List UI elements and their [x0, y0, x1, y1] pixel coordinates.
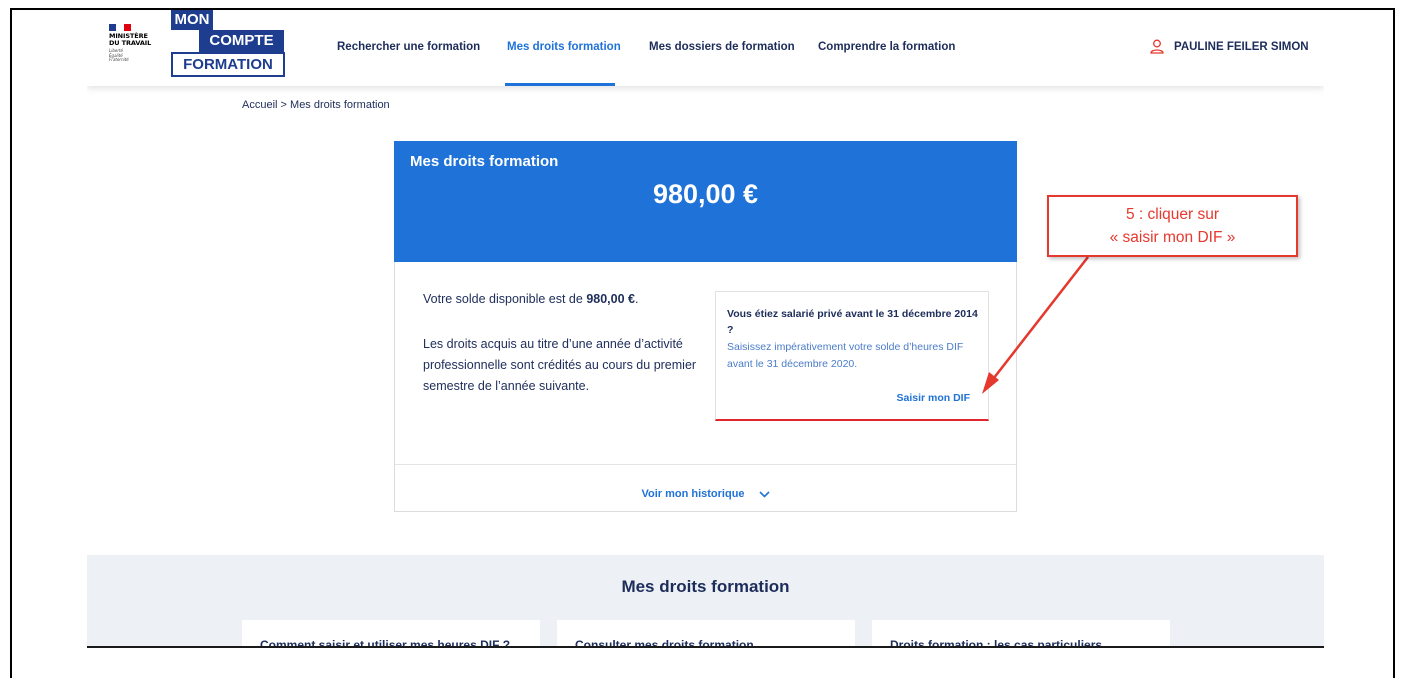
tutorial-annotation: 5 : cliquer sur « saisir mon DIF » — [1047, 195, 1298, 257]
annotation-arrow-icon — [982, 256, 1089, 394]
annotation-line1: 5 : cliquer sur — [1125, 206, 1220, 223]
annotation-line2: « saisir mon DIF » — [1109, 229, 1236, 246]
